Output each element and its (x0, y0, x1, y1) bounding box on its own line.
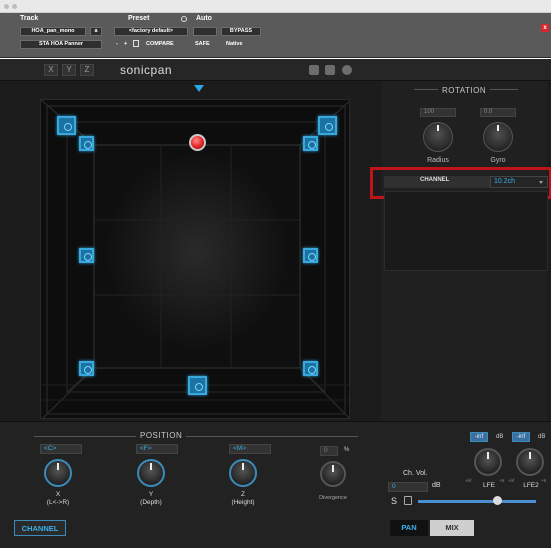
preset-selector[interactable]: <factory default> (114, 27, 188, 36)
radius-knob[interactable] (423, 122, 453, 152)
speaker-rear-left-icon[interactable] (79, 361, 94, 376)
channel-volume-slider-thumb[interactable] (492, 496, 502, 505)
gyro-label: Gyro (490, 157, 506, 164)
close-icon[interactable]: x (541, 24, 549, 32)
window-control-dot[interactable] (12, 4, 17, 9)
gyro-value-field[interactable]: 0.0 (480, 108, 516, 117)
axis-x-button[interactable]: X (44, 64, 58, 76)
tab-channel[interactable]: CHANNEL (14, 520, 66, 536)
divergence-label: Divergence (319, 495, 347, 501)
radius-value-field[interactable]: 100 (420, 108, 456, 117)
librarian-button[interactable] (193, 27, 217, 36)
compare-button[interactable]: COMPARE (146, 41, 174, 47)
window-titlebar (0, 0, 551, 13)
chevron-down-icon[interactable] (539, 181, 543, 184)
position-group (34, 436, 358, 516)
radius-label: Radius (427, 157, 449, 164)
plugin-selector[interactable]: STA HOA Panner (20, 40, 102, 49)
y-knob-label-name: Y (148, 491, 154, 498)
preset-circle-icon[interactable] (181, 16, 187, 22)
lfe-unit: dB (496, 434, 504, 440)
divergence-knob[interactable] (320, 461, 346, 487)
knob-pointer (497, 125, 499, 131)
z-value-field[interactable]: <M> (229, 444, 271, 454)
knob-pointer (332, 465, 334, 472)
x-position-knob[interactable] (44, 459, 72, 487)
divergence-value-field[interactable]: 0 (320, 446, 338, 456)
channel-volume-slider[interactable] (418, 500, 536, 503)
window-control-dot[interactable] (4, 4, 9, 9)
lfe2-value-field[interactable]: -inf (512, 432, 530, 442)
sound-source-puck[interactable] (189, 134, 206, 151)
z-knob-label: Z (Height) (223, 491, 263, 507)
x-knob-label: X (L<->R) (38, 491, 78, 507)
previous-preset-button[interactable]: - (116, 41, 118, 47)
y-position-knob[interactable] (137, 459, 165, 487)
bypass-button[interactable]: BYPASS (221, 27, 261, 36)
x-knob-label-name: X (55, 491, 61, 498)
channel-format-label: CHANNEL (420, 177, 450, 183)
channel-volume-field[interactable]: 0 (388, 482, 428, 492)
channel-info-panel (384, 191, 548, 271)
speaker-top-right-icon[interactable] (318, 116, 337, 135)
lfe2-knob[interactable] (516, 448, 544, 476)
lfe-value-field[interactable]: -inf (470, 432, 488, 442)
lfe-knob[interactable] (474, 448, 502, 476)
track-group-button[interactable]: a (90, 27, 102, 36)
z-position-knob[interactable] (229, 459, 257, 487)
z-knob-label-range: (Height) (231, 499, 255, 506)
speaker-front-left-icon[interactable] (79, 136, 94, 151)
track-selector[interactable]: HOA_pan_mono (20, 27, 86, 36)
knob-pointer (150, 463, 152, 470)
knob-pointer (242, 463, 244, 470)
knob-pointer (487, 452, 489, 459)
settings-icon[interactable] (342, 65, 352, 75)
y-knob-label: Y (Depth) (131, 491, 171, 507)
channel-volume-label: Ch. Vol. (403, 470, 428, 477)
native-indicator: Native (226, 41, 243, 47)
lfe-tick-min: -inf (465, 478, 472, 483)
lfe2-tick-min: -inf (508, 478, 515, 483)
knob-pointer (437, 125, 439, 131)
speaker-rear-right-icon[interactable] (303, 361, 318, 376)
axis-z-button[interactable]: Z (80, 64, 94, 76)
channel-volume-unit: dB (432, 482, 441, 489)
safe-button[interactable]: SAFE (195, 41, 210, 47)
lfe2-unit: dB (538, 434, 546, 440)
automation-label: Auto (196, 15, 212, 22)
rotation-title: ROTATION (438, 86, 491, 95)
tab-pan[interactable]: PAN (390, 520, 428, 536)
lfe-label: LFE (483, 482, 495, 489)
speaker-side-left-icon[interactable] (79, 248, 94, 263)
next-preset-button[interactable]: + (124, 41, 127, 47)
solo-icon[interactable]: S (391, 496, 398, 506)
speaker-rear-center-icon[interactable] (188, 376, 207, 395)
knob-pointer (529, 452, 531, 459)
x-value-field[interactable]: <C> (40, 444, 82, 454)
track-label: Track (20, 15, 39, 22)
product-name: sonicpan (120, 63, 173, 77)
speaker-top-left-icon[interactable] (57, 116, 76, 135)
plugin-host-header: Track Preset Auto HOA_pan_mono a <factor… (0, 13, 551, 58)
x-knob-label-range: (L<->R) (46, 499, 70, 506)
divergence-unit: % (344, 447, 350, 453)
tab-mix[interactable]: MIX (430, 520, 474, 536)
position-title: POSITION (136, 431, 187, 440)
speaker-side-right-icon[interactable] (303, 248, 318, 263)
front-direction-arrow-icon (194, 85, 204, 92)
gyro-knob[interactable] (483, 122, 513, 152)
z-knob-label-name: Z (241, 491, 245, 498)
speaker-front-right-icon[interactable] (303, 136, 318, 151)
lock-icon[interactable] (404, 496, 412, 505)
preset-label: Preset (128, 15, 150, 22)
y-knob-label-range: (Depth) (140, 499, 162, 506)
axis-y-button[interactable]: Y (62, 64, 76, 76)
grid-toggle-icon[interactable] (325, 65, 335, 75)
y-value-field[interactable]: <F> (136, 444, 178, 454)
lfe2-label: LFE2 (523, 482, 539, 489)
view-toggle-icon[interactable] (309, 65, 319, 75)
copy-settings-icon[interactable] (133, 40, 139, 47)
knob-pointer (57, 463, 59, 470)
